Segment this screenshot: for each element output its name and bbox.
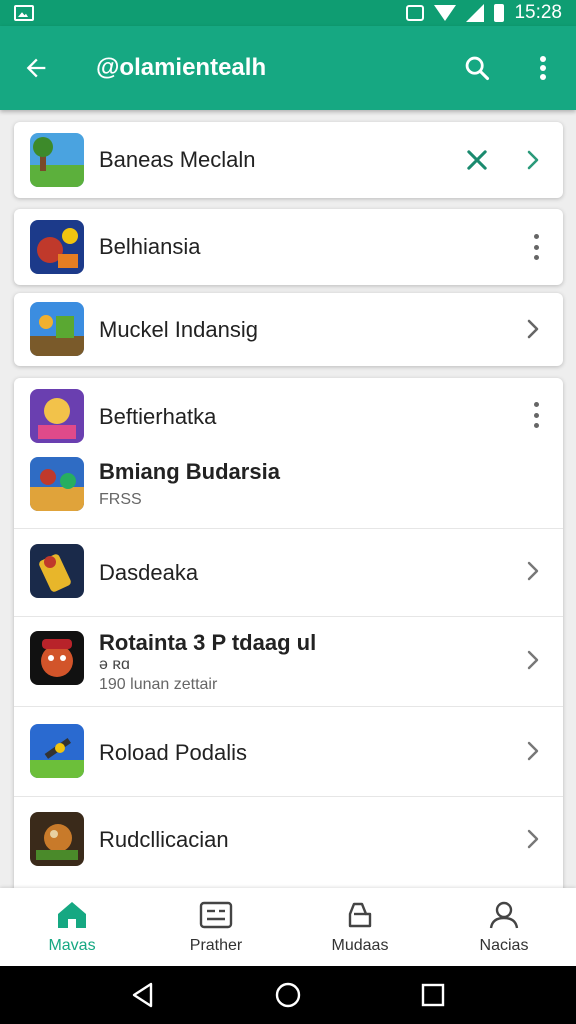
app-thumbnail xyxy=(30,302,84,356)
chevron-right-icon xyxy=(523,557,543,585)
nav-item-prather[interactable]: Prather xyxy=(144,888,288,966)
app-thumbnail xyxy=(30,724,84,778)
app-thumbnail xyxy=(30,544,84,598)
divider xyxy=(14,796,563,797)
more-vert-icon[interactable] xyxy=(531,234,541,260)
divider xyxy=(14,528,563,529)
divider xyxy=(14,706,563,707)
home-icon xyxy=(54,899,90,931)
divider xyxy=(14,616,563,617)
square-recents-icon xyxy=(422,983,445,1007)
chevron-right-icon xyxy=(523,646,543,674)
card-title: Belhiansia xyxy=(99,234,201,259)
app-thumbnail xyxy=(30,389,84,443)
vibrate-icon xyxy=(406,5,425,21)
page-title: @olamientealh xyxy=(96,54,267,81)
system-back-button[interactable] xyxy=(123,975,163,1015)
app-thumbnail xyxy=(30,220,84,274)
nav-label: Mavas xyxy=(48,937,96,954)
overflow-menu-button[interactable] xyxy=(510,26,576,110)
person-icon xyxy=(486,899,522,931)
list-item-title[interactable]: Dasdeaka xyxy=(99,560,198,586)
list-item-title[interactable]: Bmiang Budarsia xyxy=(99,459,280,485)
nav-item-mudaas[interactable]: Mudaas xyxy=(288,888,432,966)
search-icon xyxy=(465,56,490,81)
bottom-navigation: Mavas Prather Mudaas Nacias xyxy=(0,888,576,966)
app-thumbnail xyxy=(30,812,84,866)
arrow-back-icon xyxy=(26,58,46,78)
chevron-right-icon xyxy=(523,737,543,765)
gallery-notification-icon xyxy=(14,5,34,21)
card-title: Baneas Meclaln xyxy=(99,147,256,172)
list-item-title[interactable]: Beftierhatka xyxy=(99,404,216,430)
wifi-icon xyxy=(434,5,457,21)
app-thumbnail xyxy=(30,133,84,187)
search-button[interactable] xyxy=(444,26,510,110)
app-list: Beftierhatka Bmiang Budarsia FRSS Dasdea… xyxy=(14,378,563,890)
nav-item-home[interactable]: Mavas xyxy=(0,888,144,966)
triangle-back-icon xyxy=(132,982,152,1008)
chevron-right-icon xyxy=(523,825,543,853)
chevron-right-icon xyxy=(523,146,543,174)
close-button[interactable] xyxy=(463,146,491,174)
nav-label: Mudaas xyxy=(331,937,389,954)
clock: 15:28 xyxy=(514,2,562,23)
system-navigation-bar xyxy=(0,966,576,1024)
app-thumbnail xyxy=(30,631,84,685)
close-icon xyxy=(467,150,487,170)
signal-icon xyxy=(466,4,485,22)
nav-item-nacias[interactable]: Nacias xyxy=(432,888,576,966)
system-recents-button[interactable] xyxy=(413,975,453,1015)
list-card-icon xyxy=(198,899,234,931)
back-button[interactable] xyxy=(0,26,72,110)
list-item-subtitle: ə ʀɑ xyxy=(99,656,130,673)
status-bar: 15:28 xyxy=(0,0,576,26)
list-card[interactable]: Muckel Indansig xyxy=(14,293,563,366)
status-icons: 15:28 xyxy=(406,2,562,24)
app-bar: @olamientealh xyxy=(0,26,576,110)
app-thumbnail xyxy=(30,457,84,511)
more-vert-icon[interactable] xyxy=(531,402,541,428)
circle-home-icon xyxy=(275,982,301,1008)
more-vert-icon xyxy=(540,56,546,80)
list-item-title[interactable]: Roload Podalis xyxy=(99,740,247,766)
chevron-right-icon xyxy=(523,315,543,343)
nav-label: Prather xyxy=(189,937,243,954)
battery-icon xyxy=(494,4,505,22)
list-item-title[interactable]: Rudcllicacian xyxy=(99,827,229,853)
list-card[interactable]: Baneas Meclaln xyxy=(14,122,563,198)
system-home-button[interactable] xyxy=(268,975,308,1015)
bag-icon xyxy=(342,899,378,931)
card-title: Muckel Indansig xyxy=(99,317,258,342)
list-item-detail: 190 lunan zettair xyxy=(99,676,218,693)
list-item-title[interactable]: Rotainta 3 P tdaag ul xyxy=(99,630,316,656)
list-item-subtitle: FRSS xyxy=(99,491,142,508)
nav-label: Nacias xyxy=(479,937,529,954)
list-card[interactable]: Belhiansia xyxy=(14,209,563,285)
